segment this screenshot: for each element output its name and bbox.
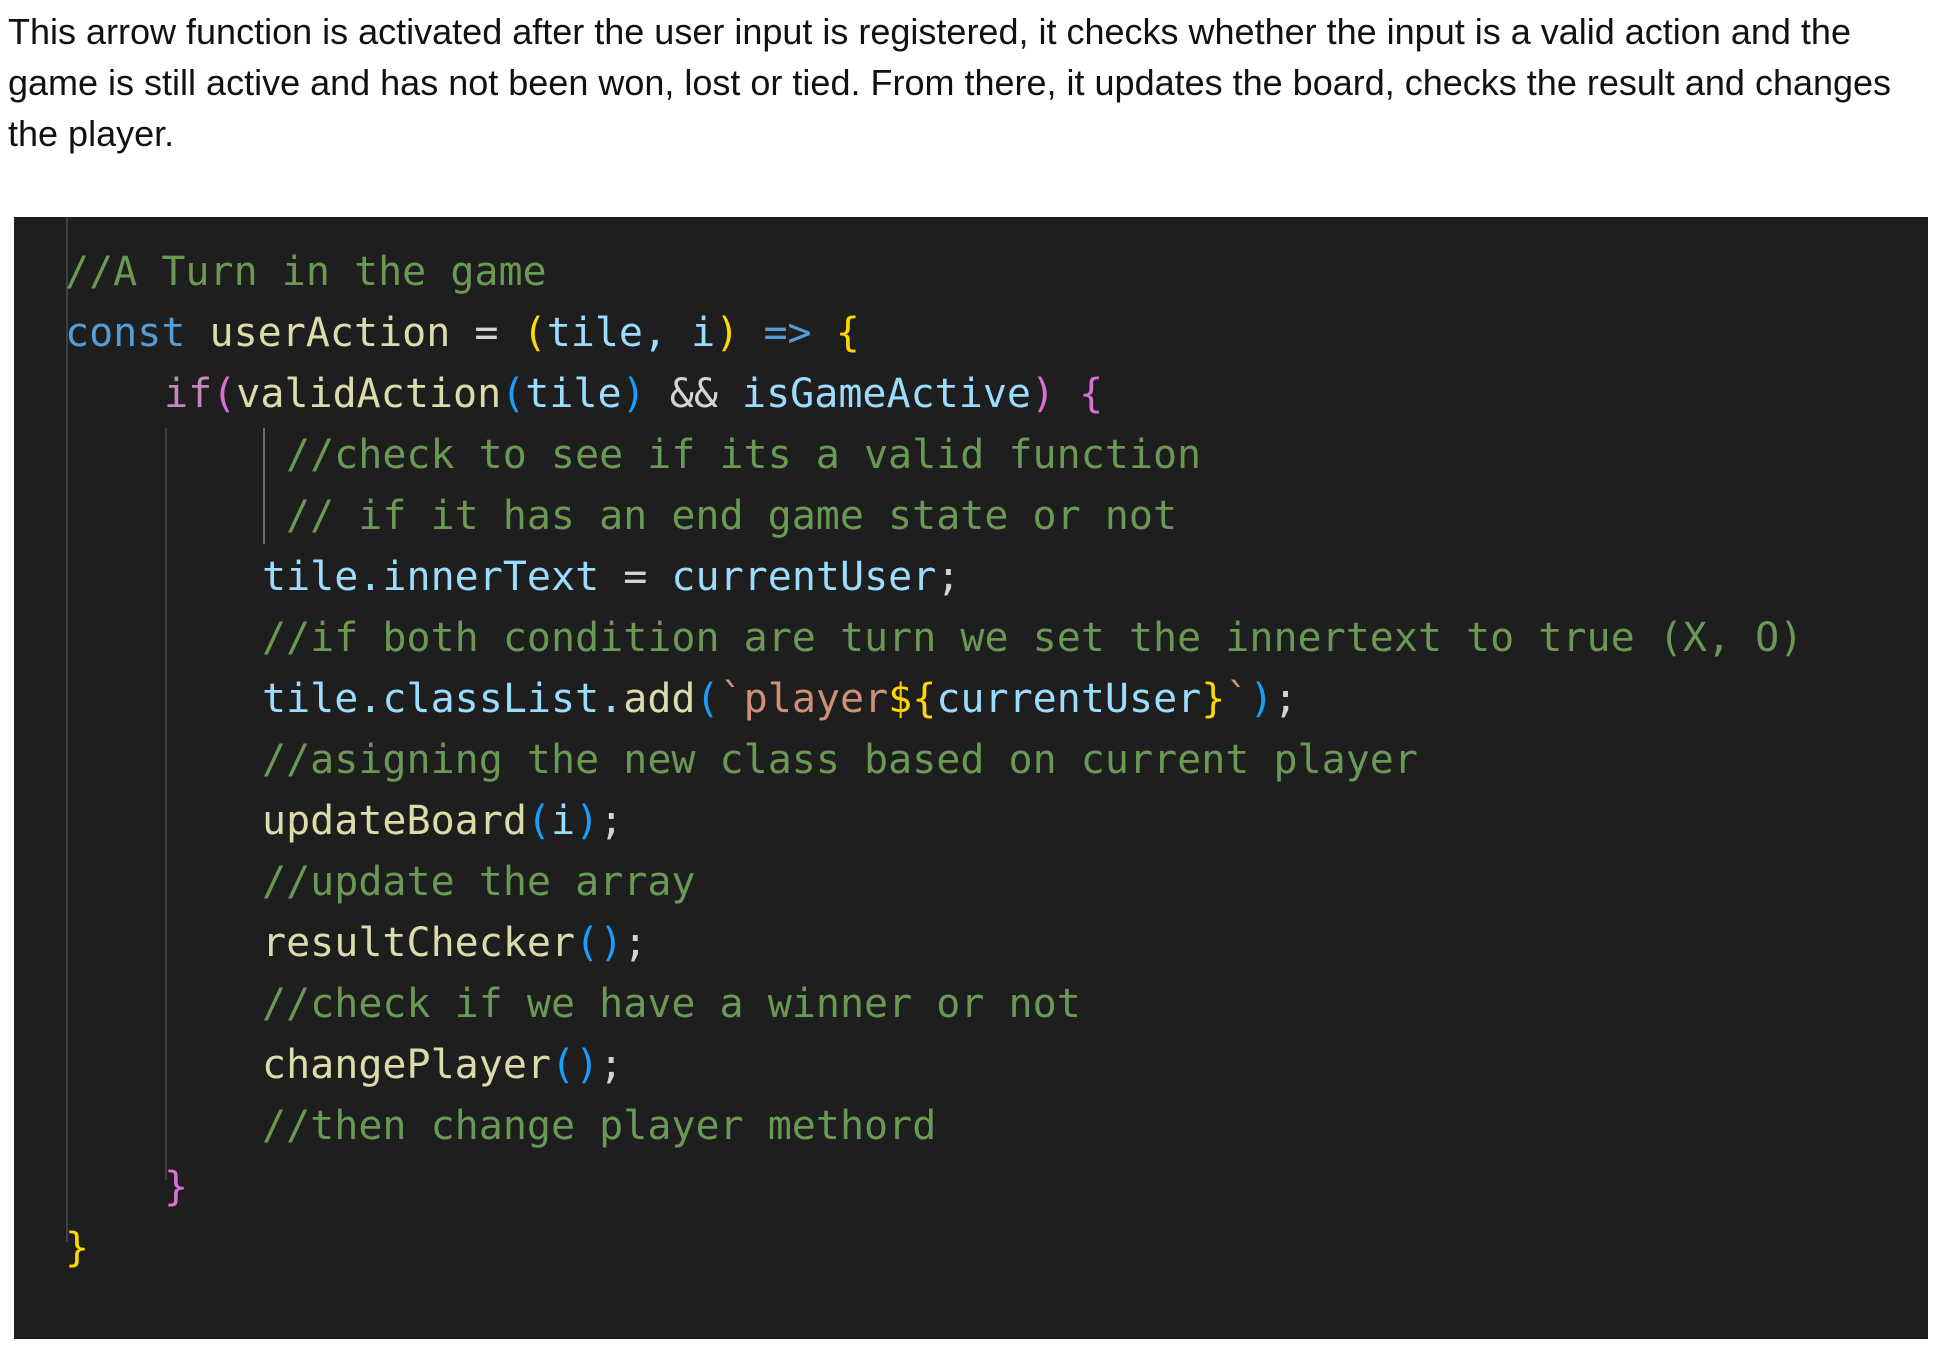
keyword-if: if (164, 371, 213, 417)
paren-open: ( (212, 371, 237, 417)
code-line-17: } (65, 1218, 89, 1279)
code-line-11: //update the array (262, 852, 695, 913)
object: tile (262, 554, 359, 600)
argument: i (551, 798, 576, 844)
paren-close: ) (715, 310, 740, 356)
code-line-6: tile.innerText = currentUser; (262, 547, 960, 608)
brace-open: { (835, 310, 860, 356)
keyword-const: const (65, 310, 186, 356)
paren-close: ) (575, 798, 600, 844)
string-end: ` (1225, 676, 1250, 722)
indent-guide-if-block (165, 428, 167, 1180)
code-line-13: //check if we have a winner or not (262, 974, 1081, 1035)
comment: // if it has an end game state or not (286, 493, 1178, 539)
paren-open: ( (695, 676, 720, 722)
indent-guide-outer (66, 217, 68, 1242)
variable: currentUser (671, 554, 937, 600)
semicolon: ; (599, 798, 624, 844)
semicolon: ; (623, 920, 648, 966)
operator-and: && (645, 371, 743, 417)
code-line-5: // if it has an end game state or not (286, 486, 1177, 547)
template-variable: currentUser (936, 676, 1202, 722)
template-close: } (1201, 676, 1226, 722)
paren-close-inner: ) (621, 371, 646, 417)
function-call: resultChecker (262, 920, 576, 966)
code-editor-panel[interactable]: //A Turn in the game const userAction = … (14, 217, 1928, 1339)
parens: () (575, 920, 624, 966)
params: tile, i (546, 310, 716, 356)
paren-open: ( (522, 310, 547, 356)
comment: //check to see if its a valid function (286, 432, 1202, 478)
paren-close: ) (1249, 676, 1274, 722)
object: tile (262, 676, 359, 722)
paren-close: ) (1031, 371, 1056, 417)
property: .classList. (358, 676, 624, 722)
string-start: `player (719, 676, 889, 722)
operator: = (599, 554, 672, 600)
semicolon: ; (599, 1042, 624, 1088)
function-name: userAction (209, 310, 451, 356)
function-call: validAction (236, 371, 502, 417)
comment: //if both condition are turn we set the … (262, 615, 1804, 661)
code-line-3: if(validAction(tile) && isGameActive) { (164, 364, 1103, 425)
argument: tile (525, 371, 622, 417)
comment: //then change player methord (262, 1103, 937, 1149)
code-line-9: //asigning the new class based on curren… (262, 730, 1418, 791)
function-call: add (623, 676, 696, 722)
comment: //asigning the new class based on curren… (262, 737, 1418, 783)
comment: //A Turn in the game (65, 249, 547, 295)
brace-close: } (65, 1225, 90, 1271)
property: .innerText (358, 554, 600, 600)
comment: //check if we have a winner or not (262, 981, 1081, 1027)
code-line-1: //A Turn in the game (65, 242, 547, 303)
arrow-operator: => (739, 310, 836, 356)
intro-paragraph: This arrow function is activated after t… (8, 11, 1892, 154)
operator: = (450, 310, 523, 356)
code-line-14: changePlayer(); (262, 1035, 623, 1096)
comment: //update the array (262, 859, 696, 905)
code-line-4: //check to see if its a valid function (286, 425, 1201, 486)
brace-open: { (1055, 371, 1104, 417)
paren-open: ( (526, 798, 551, 844)
parens: () (550, 1042, 600, 1088)
template-open: ${ (888, 676, 937, 722)
code-line-8: tile.classList.add(`player${currentUser}… (262, 669, 1298, 730)
code-line-15: //then change player methord (262, 1096, 936, 1157)
brace-close: } (164, 1164, 189, 1210)
function-call: changePlayer (262, 1042, 551, 1088)
variable: isGameActive (742, 371, 1031, 417)
code-line-12: resultChecker(); (262, 913, 647, 974)
semicolon: ; (1273, 676, 1298, 722)
code-line-16: } (164, 1157, 188, 1218)
function-call: updateBoard (262, 798, 527, 844)
code-line-7: //if both condition are turn we set the … (262, 608, 1803, 669)
semicolon: ; (936, 554, 961, 600)
code-line-2: const userAction = (tile, i) => { (65, 303, 860, 364)
code-line-10: updateBoard(i); (262, 791, 623, 852)
paren-open-inner: ( (501, 371, 526, 417)
indent-guide-active (263, 428, 265, 544)
